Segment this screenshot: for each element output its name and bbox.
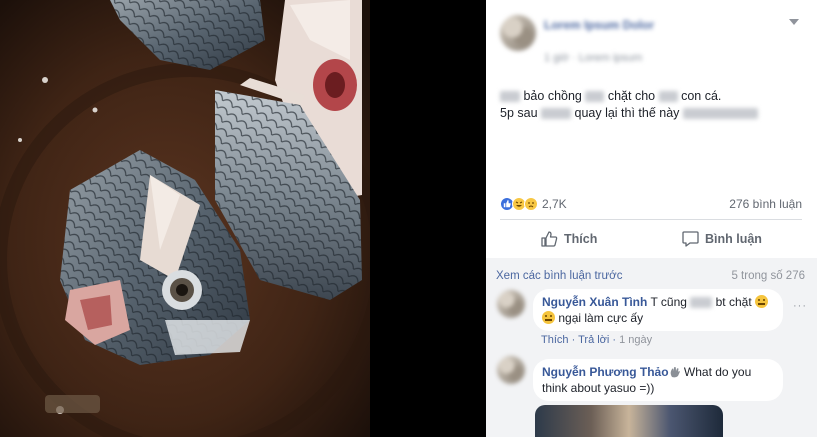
comment-text-part: bt chặt bbox=[715, 295, 752, 309]
comment-text-part: ngại làm cực ấy bbox=[558, 311, 644, 325]
comment-text-part: What do you bbox=[683, 365, 752, 379]
commenter-name[interactable]: Nguyễn Xuân Tình bbox=[542, 295, 647, 309]
comment-label: Bình luận bbox=[705, 232, 762, 246]
divider bbox=[500, 219, 802, 220]
wave-hand-icon bbox=[670, 367, 680, 378]
post-text-part: quay lại thì thế này bbox=[574, 106, 680, 120]
smile-emoji-icon bbox=[755, 295, 768, 308]
post-text-part: con cá. bbox=[681, 89, 722, 103]
comment-count[interactable]: 276 bình luận bbox=[729, 197, 802, 211]
author-avatar[interactable] bbox=[500, 15, 536, 51]
view-previous-comments-link[interactable]: Xem các bình luận trước bbox=[496, 270, 622, 282]
post-text-part: chặt cho bbox=[607, 89, 656, 103]
commenter-name[interactable]: Nguyễn Phương Thảo bbox=[542, 365, 669, 379]
comment-button[interactable]: Bình luận bbox=[682, 229, 762, 249]
avatar[interactable] bbox=[497, 290, 525, 318]
chevron-down-icon[interactable] bbox=[789, 16, 799, 28]
reaction-count: 2,7K bbox=[542, 197, 567, 211]
comment-like-link[interactable]: Thích bbox=[541, 334, 569, 346]
post-photo[interactable] bbox=[0, 0, 370, 437]
author-name[interactable]: Lorem Ipsum Dolor bbox=[544, 18, 774, 32]
like-button[interactable]: Thích bbox=[541, 229, 597, 249]
comment-time[interactable]: 1 ngày bbox=[619, 334, 652, 346]
viewer: Lorem Ipsum Dolor 1 giờ · Lorem ipsum bả… bbox=[0, 0, 817, 437]
post-text-line-2: 5p sau quay lại thì thế này bbox=[500, 106, 758, 120]
comment-reply-link[interactable]: Trả lời bbox=[578, 334, 609, 346]
smile-emoji-icon bbox=[542, 311, 555, 324]
comment-attached-image[interactable] bbox=[535, 405, 723, 437]
post-text-part: 5p sau bbox=[500, 106, 538, 120]
comment-icon bbox=[682, 231, 699, 247]
comment-text-part: think about yasuo =)) bbox=[542, 381, 655, 395]
sad-reaction-icon bbox=[524, 197, 538, 211]
post-text-line-1: bảo chồng chặt cho con cá. bbox=[500, 89, 721, 103]
comment-actions: Thích · Trả lời · 1 ngày bbox=[541, 334, 653, 346]
post-text-part: bảo chồng bbox=[523, 89, 582, 103]
like-icon bbox=[541, 231, 558, 247]
comment-bubble: Nguyễn Phương Thảo What do you think abo… bbox=[533, 359, 783, 401]
fish-photo-image bbox=[0, 0, 370, 437]
more-icon[interactable]: ··· bbox=[793, 300, 807, 312]
comment-text-part: T cũng bbox=[650, 295, 687, 309]
like-label: Thích bbox=[564, 232, 598, 246]
reactions-summary[interactable]: 2,7K bbox=[500, 196, 567, 212]
comment-bubble: Nguyễn Xuân Tình T cũng bt chặt ngại làm… bbox=[533, 289, 783, 331]
avatar[interactable] bbox=[497, 356, 525, 384]
comment-pagination: 5 trong số 276 bbox=[731, 270, 805, 282]
post-meta: 1 giờ · Lorem ipsum bbox=[544, 52, 643, 64]
